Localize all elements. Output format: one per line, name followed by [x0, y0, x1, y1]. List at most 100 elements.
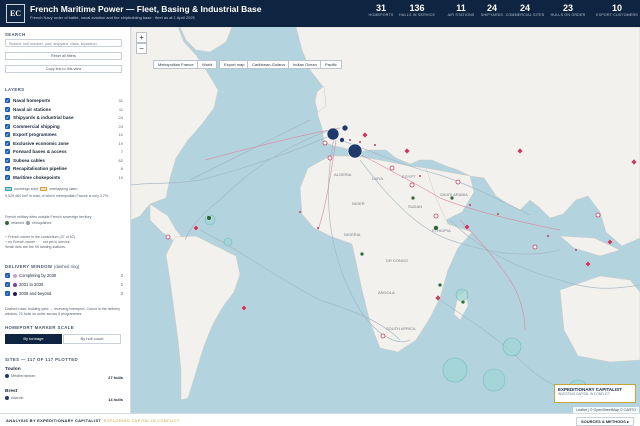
cable-note-3: Small dots are the 99 landing stations.: [5, 245, 66, 249]
delivery-heading: DELIVERY WINDOW (dashed ring): [5, 264, 80, 269]
checkbox-icon[interactable]: ✓: [5, 282, 10, 287]
retained-site-marker: [437, 282, 443, 288]
checkbox-icon[interactable]: ✓: [5, 166, 10, 172]
retained-dot-icon: [5, 221, 9, 226]
search-heading: SEARCH: [5, 32, 26, 37]
checkbox-icon[interactable]: ✓: [5, 140, 10, 146]
delivery-2031-2035[interactable]: ✓ 2031 to 2035 2: [5, 281, 123, 288]
layer-naval-homeports[interactable]: ✓ Naval homeports 31: [5, 97, 123, 104]
cable-line-icon: ━: [5, 235, 8, 239]
cable-note: ━ French owner in the consortium (37 of …: [5, 235, 75, 239]
eez-zone: [502, 337, 522, 357]
indonesia-land: [559, 235, 621, 257]
checkbox-icon[interactable]: ✓: [5, 106, 10, 112]
window-dot-icon: [13, 282, 17, 287]
landing-station: [469, 204, 471, 206]
search-input[interactable]: Search: hull number, port, shipyard, cla…: [5, 39, 122, 47]
view-tab-world[interactable]: World: [197, 60, 218, 69]
checkbox-icon[interactable]: ✓: [5, 291, 10, 296]
view-tab-caribbean-guiana[interactable]: Caribbean-Guiana: [247, 60, 290, 69]
view-tab-metropolitan-france[interactable]: Metropolitan France: [153, 60, 199, 69]
cable-line-icon: ━: [5, 240, 8, 244]
scale-by-tonnage-button[interactable]: By tonnage: [5, 334, 62, 344]
sovereign-swatch: [5, 187, 12, 191]
site-row[interactable]: Brest Atlantic 14 hulls: [5, 389, 123, 407]
sources-methods-button[interactable]: SOURCES & METHODS ▸: [575, 417, 634, 426]
map-view[interactable]: NIGER NIGERIA SUDAN ETHIOPIA DR CONGO AN…: [131, 27, 640, 413]
view-tab-pacific[interactable]: Pacific: [320, 60, 342, 69]
map-label: DR CONGO: [386, 258, 408, 263]
scale-by-hull-count-button[interactable]: By hull count: [63, 334, 121, 344]
checkbox-icon[interactable]: ✓: [5, 132, 10, 138]
window-dot-icon: [13, 273, 17, 278]
layer-shipyards[interactable]: ✓ Shipyards & industrial base 24: [5, 114, 123, 121]
stat-hulls-on-order: 23 HULLS ON ORDER: [550, 3, 586, 17]
export-marker: [606, 238, 614, 246]
retained-site-marker: [206, 215, 212, 221]
retained-site-marker: [449, 195, 455, 201]
french-cable-route: [204, 127, 341, 161]
checkbox-icon[interactable]: ✓: [5, 115, 10, 121]
eez-zone: [482, 368, 506, 392]
checkbox-icon[interactable]: ✓: [5, 157, 10, 163]
layer-recapitalisation[interactable]: ✓ Recapitalisation pipeline 8: [5, 165, 123, 172]
site-value: 14 hulls: [108, 397, 123, 402]
delivery-note: Dashed rows: building yard → receiving h…: [5, 307, 121, 316]
eez-note: 9,529,464 km² in total, of which metropo…: [5, 194, 110, 198]
site-name: Toulon: [5, 367, 21, 372]
homeport-marker: [339, 137, 345, 143]
stat-export-customers: 10 EXPORT CUSTOMERS: [596, 3, 638, 17]
stat-commercial-sites: 24 COMMERCIAL SITES: [505, 3, 545, 17]
layer-eez[interactable]: ✓ Exclusive economic zone 19: [5, 140, 123, 147]
chokepoint-marker: [455, 179, 461, 185]
checkbox-icon[interactable]: ✓: [5, 174, 10, 180]
layer-naval-air-stations[interactable]: ✓ Naval air stations 11: [5, 106, 123, 113]
zoom-out-button[interactable]: −: [136, 43, 147, 54]
cable-route: [189, 119, 311, 181]
layer-export-programmes[interactable]: ✓ Export programmes 10: [5, 131, 123, 138]
layer-forward-bases[interactable]: ✓ Forward bases & access 7: [5, 148, 123, 155]
layer-chokepoints[interactable]: ✓ Maritime chokepoints 10: [5, 174, 123, 181]
scale-heading: HOMEPORT MARKER SCALE: [5, 325, 75, 330]
delivery-completing-2030[interactable]: ✓ Completing by 2030 3: [5, 272, 123, 279]
landing-station: [359, 141, 361, 143]
chevron-right-icon: ▸: [626, 419, 629, 424]
copy-link-button[interactable]: Copy link to this view: [5, 65, 122, 73]
layers-heading: LAYERS: [5, 87, 25, 92]
map-label: SUDAN: [408, 204, 422, 209]
export-marker: [192, 224, 200, 232]
view-tab-indian-ocean[interactable]: Indian Ocean: [288, 60, 322, 69]
world-map[interactable]: NIGER NIGERIA SUDAN ETHIOPIA DR CONGO AN…: [131, 27, 640, 413]
chokepoint-marker: [389, 165, 395, 171]
view-tab-export-map[interactable]: Export map: [219, 60, 250, 69]
logo-badge: EC: [6, 4, 25, 23]
landing-station: [575, 249, 577, 251]
landing-station: [419, 175, 421, 177]
landing-station: [497, 213, 499, 215]
checkbox-icon[interactable]: ✓: [5, 149, 10, 155]
cable-note-2: ━ no French owner · · · not yet in servi…: [5, 240, 70, 244]
french-cable-route: [459, 219, 526, 331]
checkbox-icon[interactable]: ✓: [5, 273, 10, 278]
homeport-marker: [347, 143, 363, 159]
zoom-in-button[interactable]: +: [136, 32, 147, 43]
delivery-2036-beyond[interactable]: ✓ 2036 and beyond 3: [5, 290, 123, 297]
checkbox-icon[interactable]: ✓: [5, 123, 10, 129]
chokepoint-marker: [380, 333, 386, 339]
site-name: Brest: [5, 389, 18, 394]
layer-commercial-shipping[interactable]: ✓ Commercial shipping 24: [5, 123, 123, 130]
chokepoint-marker: [327, 155, 333, 161]
checkbox-icon[interactable]: ✓: [5, 98, 10, 104]
watermark-sub: INVESTING CAPITAL IN CONFLICT: [558, 392, 610, 396]
australia-land: [559, 275, 640, 363]
site-row[interactable]: Toulon Mediterranean 27 hulls: [5, 367, 123, 385]
chokepoint-marker: [165, 234, 171, 240]
layer-subsea-cables[interactable]: ✓ Subsea cables 62: [5, 157, 123, 164]
landing-station: [317, 227, 319, 229]
export-marker: [584, 260, 592, 268]
reset-filters-button[interactable]: Reset all filters: [5, 52, 122, 60]
watermark-badge: EXPEDITIONARY CAPITALIST INVESTING CAPIT…: [554, 384, 636, 403]
landing-station: [349, 139, 351, 141]
relinquished-dot-icon: [26, 221, 30, 226]
footer-credit[interactable]: ANALYSIS BY EXPEDITIONARY CAPITALIST: [6, 418, 101, 423]
